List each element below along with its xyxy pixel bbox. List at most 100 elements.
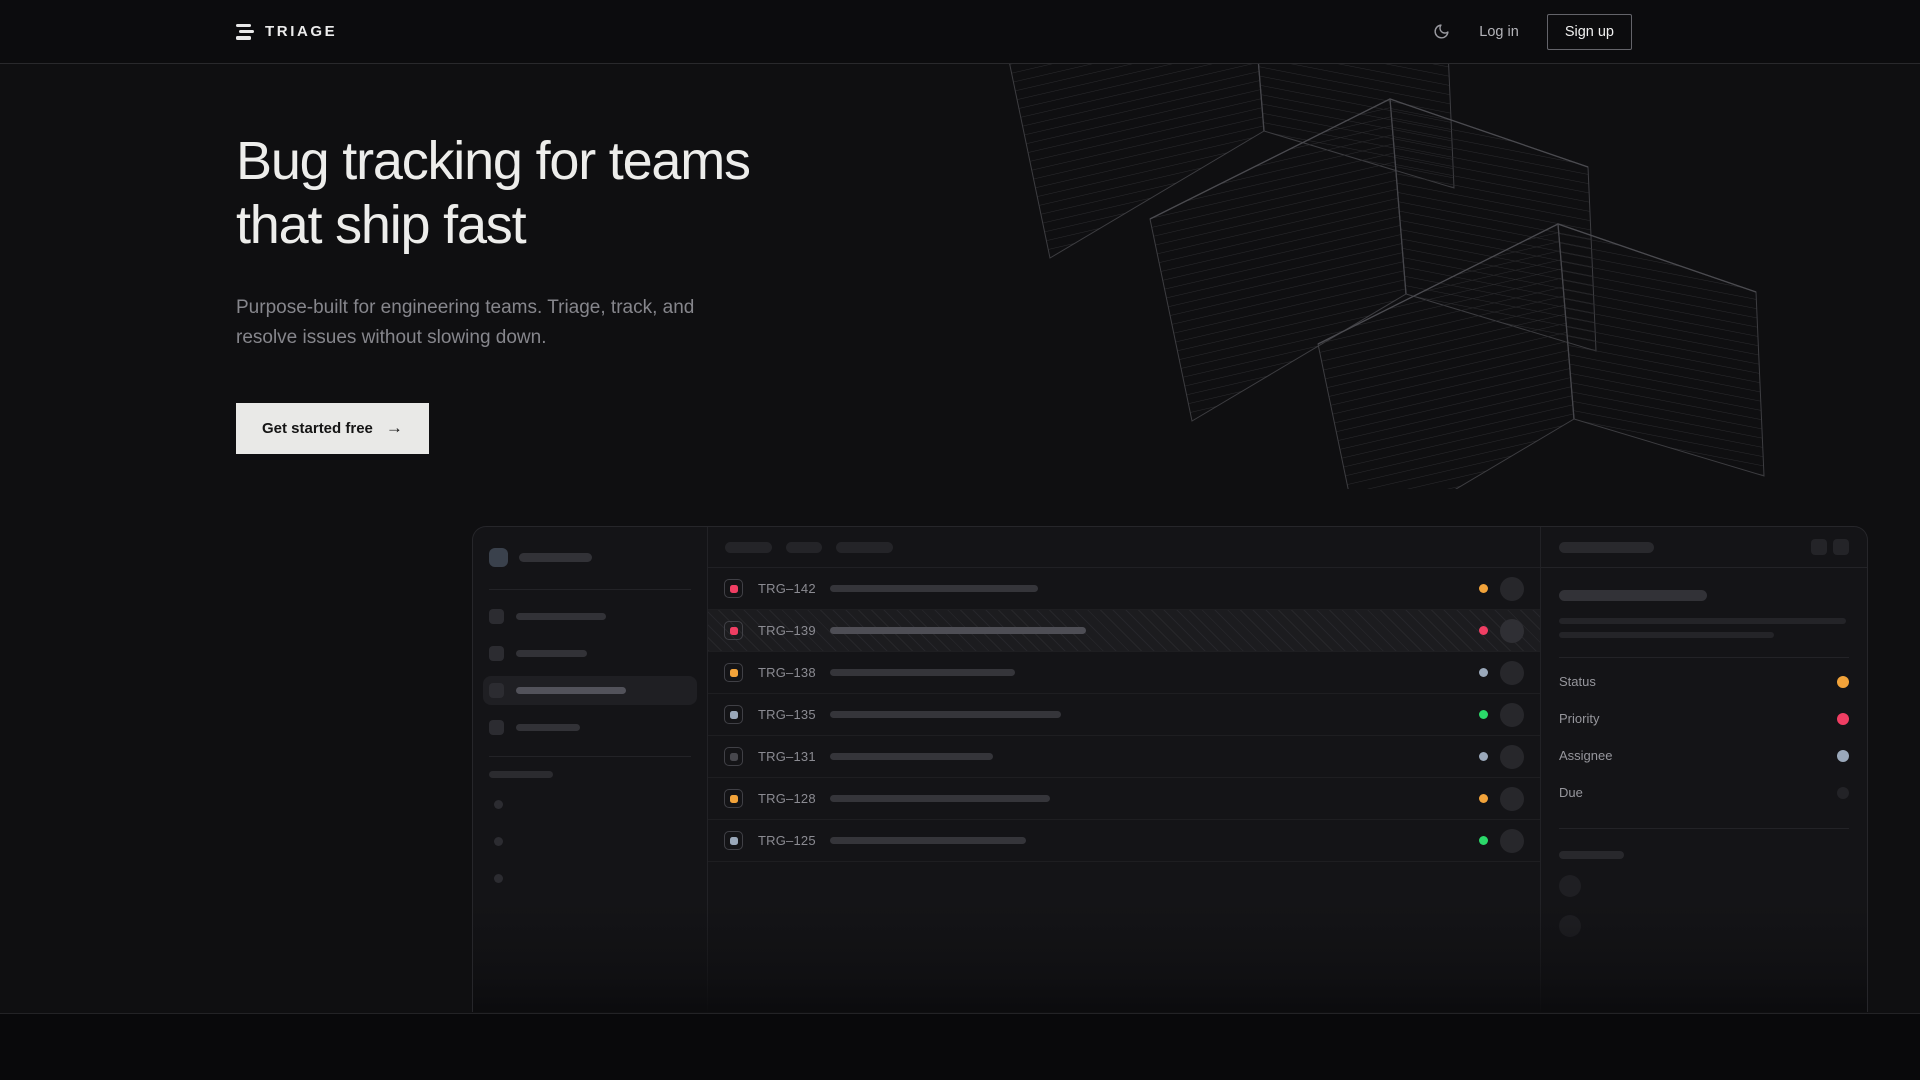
mock-workspace-name-skeleton [519, 553, 592, 562]
detail-field-label: Due [1559, 785, 1583, 800]
nav-right: Log in Sign up [1431, 14, 1632, 50]
mock-issue-row: TRG–138 [708, 652, 1540, 694]
detail-field-dot [1837, 750, 1849, 762]
issue-title-skeleton [830, 585, 1038, 592]
mock-nav-icon [489, 683, 504, 698]
hero-content: Bug tracking for teams that ship fast Pu… [0, 64, 1920, 1012]
issue-type-dot [730, 711, 738, 719]
brand[interactable]: TRIAGE [236, 23, 337, 40]
mock-nav-label-skeleton [516, 724, 580, 731]
issue-id: TRG–131 [758, 749, 816, 764]
arrow-right-icon: → [386, 418, 403, 438]
mock-issue-title-skeleton [1559, 590, 1707, 601]
detail-field-dot [1837, 676, 1849, 688]
mock-nav-icon [489, 720, 504, 735]
get-started-button[interactable]: Get started free → [236, 403, 429, 454]
mock-detail-panel: StatusPriorityAssigneeDue [1541, 527, 1867, 1012]
issue-id: TRG–139 [758, 623, 816, 638]
issue-status-dot [1479, 710, 1488, 719]
detail-field-label: Priority [1559, 711, 1599, 726]
mock-nav-item-active [483, 676, 697, 705]
issue-title-skeleton [830, 753, 993, 760]
mock-detail-divider [1559, 657, 1849, 658]
mock-activity-title-skeleton [1559, 851, 1624, 859]
issue-status-dot [1479, 752, 1488, 761]
mock-description-skeleton [1559, 632, 1774, 638]
issue-assignee-avatar [1500, 661, 1524, 685]
mock-sidebar-divider [489, 756, 691, 757]
issue-type-dot [730, 753, 738, 761]
issue-type-icon [724, 831, 743, 850]
mock-issue-rows: TRG–142 TRG–139 TRG–138 TRG–135 TRG–131 TRG–1… [708, 568, 1540, 862]
heading-line-2: that ship fast [236, 195, 525, 255]
top-nav: TRIAGE Log in Sign up [0, 0, 1920, 64]
issue-title-skeleton [830, 669, 1015, 676]
page-title: Bug tracking for teams that ship fast [236, 130, 1920, 257]
issue-type-icon [724, 747, 743, 766]
issue-assignee-avatar [1500, 745, 1524, 769]
mock-dot [494, 837, 503, 846]
issue-id: TRG–135 [758, 707, 816, 722]
issue-type-icon [724, 579, 743, 598]
mock-nav-label-skeleton [516, 650, 587, 657]
mock-nav-icon [489, 609, 504, 624]
mock-dot [494, 874, 503, 883]
heading-line-1: Bug tracking for teams [236, 131, 750, 191]
issue-id: TRG–128 [758, 791, 816, 806]
signup-button[interactable]: Sign up [1547, 14, 1632, 50]
issue-status-dot [1479, 836, 1488, 845]
issue-type-icon [724, 705, 743, 724]
mock-issue-row: TRG–128 [708, 778, 1540, 820]
mock-issue-row: TRG–139 [708, 610, 1540, 652]
issue-title-skeleton [830, 711, 1061, 718]
issue-assignee-avatar [1500, 829, 1524, 853]
cta-label: Get started free [262, 420, 373, 437]
mock-sidebar-nav [489, 602, 691, 742]
mock-nav-label-skeleton [516, 687, 626, 694]
detail-field-label: Status [1559, 674, 1596, 689]
mock-section-title-skeleton [489, 771, 553, 778]
detail-field-row: Priority [1559, 700, 1849, 737]
issue-type-dot [730, 795, 738, 803]
mock-detail-actions [1811, 539, 1849, 555]
mock-workspace-avatar [489, 548, 508, 567]
mock-dot [494, 800, 503, 809]
mock-sidebar-section [489, 771, 691, 778]
mock-sidebar-divider [489, 589, 691, 590]
detail-field-dot [1837, 787, 1849, 799]
issue-status-dot [1479, 626, 1488, 635]
hero-section: Bug tracking for teams that ship fast Pu… [0, 64, 1920, 1013]
brand-name: TRIAGE [265, 23, 337, 40]
mock-issue-row: TRG–142 [708, 568, 1540, 610]
mock-nav-item [483, 639, 697, 668]
issue-assignee-avatar [1500, 703, 1524, 727]
mock-issue-row: TRG–125 [708, 820, 1540, 862]
issue-title-skeleton [830, 627, 1086, 634]
issue-type-icon [724, 789, 743, 808]
moon-icon [1433, 23, 1450, 40]
mock-detail-header [1541, 527, 1867, 568]
mock-activity-avatar [1559, 915, 1581, 937]
theme-toggle-button[interactable] [1431, 22, 1451, 42]
issue-id: TRG–138 [758, 665, 816, 680]
mock-tab-skeleton [836, 542, 893, 553]
issue-title-skeleton [830, 837, 1026, 844]
mock-action-button [1811, 539, 1827, 555]
mock-nav-icon [489, 646, 504, 661]
mock-issue-list: TRG–142 TRG–139 TRG–138 TRG–135 TRG–131 TRG–1… [708, 527, 1541, 1012]
mock-app-panel: TRG–142 TRG–139 TRG–138 TRG–135 TRG–131 TRG–1… [472, 526, 1868, 1012]
mock-activity-avatar [1559, 875, 1581, 897]
issue-title-skeleton [830, 795, 1050, 802]
logo-icon [236, 24, 254, 40]
mock-detail-title-skeleton [1559, 542, 1654, 553]
issue-type-dot [730, 627, 738, 635]
hero-subtext: Purpose-built for engineering teams. Tri… [236, 293, 726, 353]
issue-status-dot [1479, 584, 1488, 593]
issue-id: TRG–125 [758, 833, 816, 848]
mock-detail-fields: StatusPriorityAssigneeDue [1559, 663, 1849, 811]
issue-assignee-avatar [1500, 577, 1524, 601]
mock-nav-item [483, 713, 697, 742]
login-link[interactable]: Log in [1479, 24, 1519, 40]
mock-detail-divider [1559, 828, 1849, 829]
mock-issue-row: TRG–135 [708, 694, 1540, 736]
